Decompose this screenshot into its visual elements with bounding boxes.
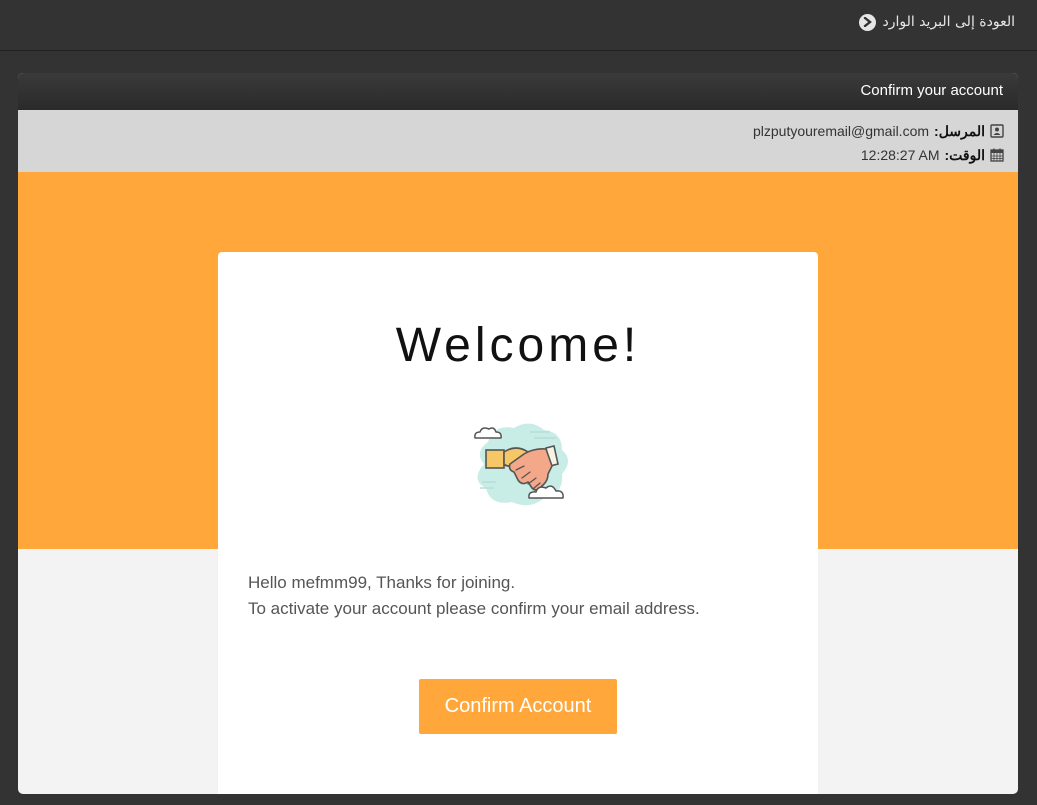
sender-value: plzputyouremail@gmail.com <box>752 123 930 139</box>
email-panel: Confirm your account المرسل: plzputyoure… <box>18 73 1018 794</box>
time-value: 12:28:27 AM <box>860 147 940 163</box>
time-label: الوقت: <box>944 146 986 163</box>
chevron-circle-right-icon <box>859 13 877 31</box>
back-to-inbox-label: العودة إلى البريد الوارد <box>882 14 1015 30</box>
contact-card-icon <box>990 124 1004 138</box>
email-subject: Confirm your account <box>18 73 1018 110</box>
email-card: Welcome! Hello mefmm99, Thanks for joini… <box>218 252 818 794</box>
welcome-heading: Welcome! <box>395 319 641 372</box>
calendar-icon <box>990 148 1004 162</box>
top-bar: العودة إلى البريد الوارد <box>0 0 1037 51</box>
message-instruction: To activate your account please confirm … <box>248 599 700 618</box>
back-to-inbox-link[interactable]: العودة إلى البريد الوارد <box>859 12 1015 32</box>
email-message: Hello mefmm99, Thanks for joining. To ac… <box>248 570 788 622</box>
message-greeting: Hello mefmm99, Thanks for joining. <box>248 573 516 592</box>
time-row: الوقت: 12:28:27 AM <box>18 143 1004 167</box>
handshake-clouds-illustration <box>474 423 568 506</box>
confirm-account-button[interactable]: Confirm Account <box>419 679 617 734</box>
sender-label: المرسل: <box>934 122 985 139</box>
sender-row: المرسل: plzputyouremail@gmail.com <box>18 119 1004 143</box>
email-meta: المرسل: plzputyouremail@gmail.com الوقت:… <box>18 110 1018 172</box>
